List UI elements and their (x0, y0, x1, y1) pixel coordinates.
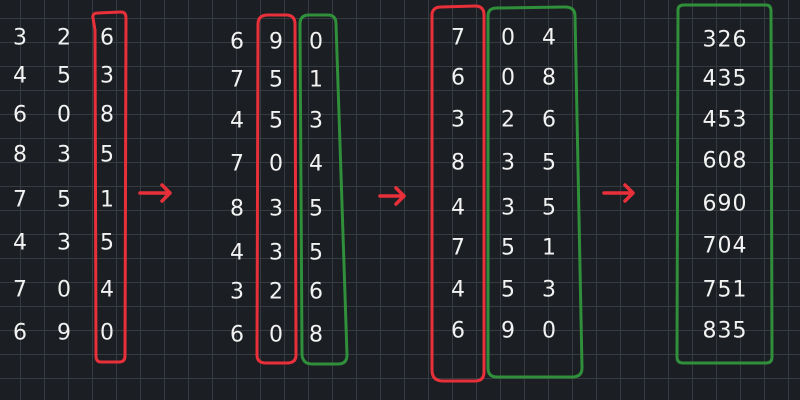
digit: 6 (13, 103, 27, 128)
digit: 5 (501, 236, 515, 261)
digit: 6 (230, 30, 244, 55)
sorted-number: 326 (703, 28, 748, 53)
digit: 1 (100, 188, 114, 213)
digit: 6 (309, 280, 323, 305)
digit: 3 (57, 143, 71, 168)
digit: 3 (13, 26, 27, 51)
digit: 8 (230, 197, 244, 222)
digit: 0 (100, 321, 114, 346)
sorted-digits-box (298, 13, 349, 366)
digit: 7 (230, 152, 244, 177)
right-arrow-icon (138, 183, 172, 203)
digit: 0 (309, 30, 323, 55)
digit: 6 (451, 319, 465, 344)
digit: 3 (269, 197, 283, 222)
digit: 8 (542, 66, 556, 91)
digit: 6 (13, 321, 27, 346)
digit: 5 (57, 188, 71, 213)
right-arrow-icon (602, 183, 635, 203)
digit: 0 (542, 319, 556, 344)
digit: 7 (13, 278, 27, 303)
digit: 4 (230, 109, 244, 134)
digit: 8 (100, 103, 114, 128)
digit: 3 (100, 64, 114, 89)
digit: 3 (269, 241, 283, 266)
digit: 5 (269, 68, 283, 93)
sorted-number: 608 (703, 149, 748, 174)
digit: 0 (269, 323, 283, 348)
digit: 9 (501, 319, 515, 344)
digit: 3 (230, 280, 244, 305)
digit: 0 (269, 152, 283, 177)
digit: 1 (542, 236, 556, 261)
digit: 2 (269, 280, 283, 305)
digit: 4 (100, 278, 114, 303)
digit: 4 (542, 26, 556, 51)
digit: 5 (501, 278, 515, 303)
digit: 7 (451, 236, 465, 261)
digit: 5 (309, 197, 323, 222)
digit: 7 (13, 188, 27, 213)
digit: 5 (309, 241, 323, 266)
digit: 4 (13, 64, 27, 89)
right-arrow-icon (378, 186, 406, 206)
digit: 4 (13, 231, 27, 256)
sorted-number: 835 (703, 319, 748, 344)
digit: 9 (269, 30, 283, 55)
digit: 5 (269, 109, 283, 134)
digit: 8 (13, 143, 27, 168)
digit: 6 (451, 66, 465, 91)
digit: 3 (57, 231, 71, 256)
digit: 0 (57, 278, 71, 303)
digit: 5 (542, 151, 556, 176)
digit: 4 (230, 241, 244, 266)
digit: 0 (57, 103, 71, 128)
sorted-number: 704 (703, 234, 748, 259)
digit: 4 (451, 196, 465, 221)
sorted-number: 751 (703, 278, 748, 303)
digit: 7 (451, 26, 465, 51)
digit: 5 (542, 196, 556, 221)
digit: 3 (501, 196, 515, 221)
digit: 9 (57, 321, 71, 346)
digit: 7 (230, 68, 244, 93)
digit: 0 (501, 66, 515, 91)
digit: 2 (57, 26, 71, 51)
sorted-number: 435 (703, 67, 748, 92)
digit: 4 (451, 278, 465, 303)
digit: 3 (542, 278, 556, 303)
sorted-result-box (675, 3, 774, 365)
digit: 1 (309, 68, 323, 93)
digit: 0 (501, 26, 515, 51)
digit: 6 (100, 26, 114, 51)
digit: 3 (501, 151, 515, 176)
radix-sort-diagram: 3 2 64 5 36 0 88 3 57 5 14 3 57 0 46 9 06 9 07 5 14 5 37 0 48 3 54… (13, 3, 774, 383)
digit: 6 (542, 108, 556, 133)
digit: 4 (309, 152, 323, 177)
digit: 3 (309, 109, 323, 134)
sorted-number: 453 (703, 108, 748, 133)
digit: 8 (451, 151, 465, 176)
digit: 6 (230, 323, 244, 348)
digit: 3 (451, 108, 465, 133)
sorted-number: 690 (703, 192, 748, 217)
digit: 5 (100, 231, 114, 256)
digit: 5 (100, 143, 114, 168)
digit: 2 (501, 108, 515, 133)
digit: 8 (309, 323, 323, 348)
digit: 5 (57, 64, 71, 89)
